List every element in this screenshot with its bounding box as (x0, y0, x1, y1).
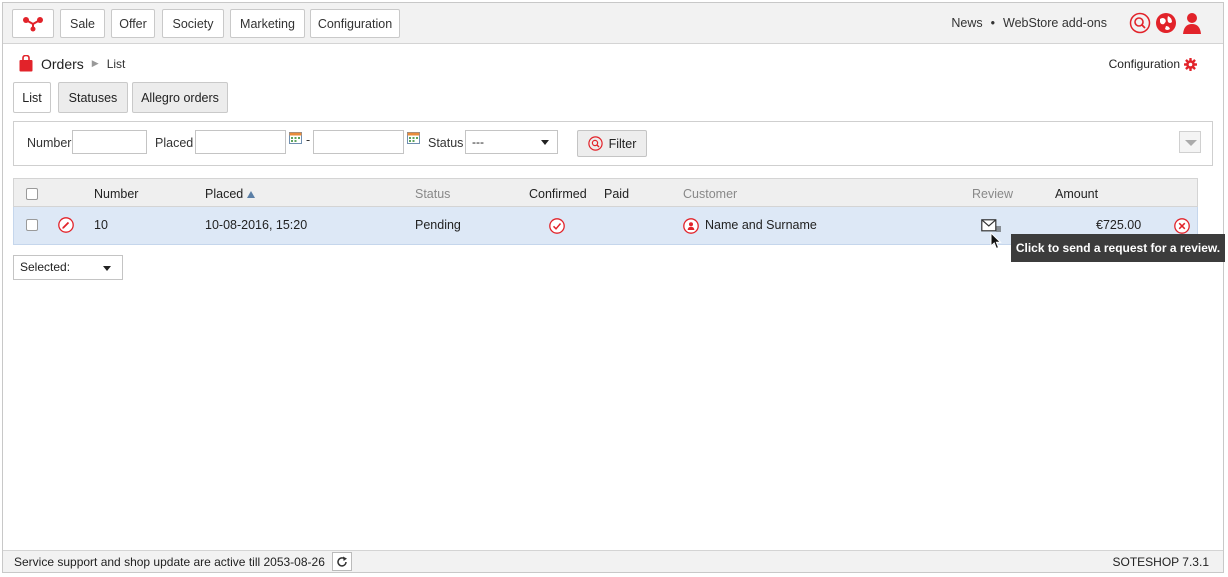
filter-status-value: --- (472, 135, 484, 149)
filter-placed-from-input[interactable] (195, 130, 286, 154)
user-icon[interactable] (1181, 12, 1203, 34)
filter-button-label: Filter (608, 136, 637, 151)
breadcrumb: Orders ▶ List (19, 55, 125, 72)
column-amount[interactable]: Amount (1055, 187, 1098, 201)
filter-status-select[interactable]: --- (465, 130, 558, 154)
filter-collapse-button[interactable] (1179, 131, 1201, 153)
configuration-link[interactable]: Configuration (1109, 57, 1197, 71)
cursor-icon (990, 232, 1002, 250)
breadcrumb-orders[interactable]: Orders (41, 56, 84, 72)
webstore-addons-link[interactable]: WebStore add-ons (1003, 16, 1107, 30)
order-placed: 10-08-2016, 15:20 (205, 218, 308, 232)
row-checkbox[interactable] (26, 219, 38, 231)
app-frame: Sale Offer Society Marketing Configurati… (2, 2, 1224, 573)
filter-date-dash: - (306, 133, 311, 147)
nav-sale[interactable]: Sale (60, 9, 105, 38)
calendar-icon[interactable] (289, 132, 302, 144)
column-paid[interactable]: Paid (604, 187, 629, 201)
order-customer[interactable]: Name and Surname (705, 218, 817, 232)
order-status: Pending (415, 218, 461, 232)
status-footer: Service support and shop update are acti… (3, 550, 1223, 572)
column-review: Review (972, 187, 1013, 201)
filter-placed-label: Placed (155, 136, 194, 150)
calendar-icon[interactable] (407, 132, 420, 144)
column-placed-label: Placed (205, 187, 244, 201)
edit-icon[interactable] (58, 217, 74, 233)
search-icon[interactable] (1129, 12, 1151, 34)
top-navigation: Sale Offer Society Marketing Configurati… (3, 3, 1223, 44)
search-icon (587, 136, 603, 151)
chevron-down-icon (541, 140, 549, 145)
sort-ascending-icon (247, 191, 256, 198)
home-logo-button[interactable] (12, 9, 54, 38)
nav-configuration[interactable]: Configuration (310, 9, 400, 38)
gear-icon (1184, 57, 1197, 71)
refresh-icon (337, 556, 347, 567)
filter-number-input[interactable] (72, 130, 147, 154)
breadcrumb-list: List (106, 56, 126, 71)
order-amount: €725.00 (1096, 218, 1142, 232)
logo-icon (23, 16, 43, 31)
delete-icon[interactable] (1174, 218, 1190, 234)
filter-placed-to-input[interactable] (313, 130, 404, 154)
top-links: News • WebStore add-ons (951, 16, 1107, 30)
globe-icon[interactable] (1155, 12, 1177, 34)
chevron-down-icon (103, 266, 111, 271)
nav-society[interactable]: Society (162, 9, 224, 38)
select-all-checkbox[interactable] (26, 188, 38, 200)
column-customer: Customer (683, 187, 738, 201)
customer-icon (683, 218, 699, 234)
refresh-button[interactable] (332, 552, 352, 571)
column-placed[interactable]: Placed (205, 187, 256, 201)
filter-panel: Number Placed - Status --- Filter (13, 121, 1213, 166)
filter-number-label: Number (27, 136, 72, 150)
column-status: Status (415, 187, 451, 201)
filter-button[interactable]: Filter (577, 130, 647, 157)
nav-marketing[interactable]: Marketing (230, 9, 305, 38)
breadcrumb-separator: ▶ (91, 58, 99, 68)
table-header: Number Placed Status Confirmed Paid Cust… (13, 178, 1198, 207)
bulk-action-label: Selected: (20, 260, 71, 274)
filter-status-label: Status (428, 136, 464, 150)
column-confirmed[interactable]: Confirmed (529, 187, 587, 201)
column-number[interactable]: Number (94, 187, 138, 201)
nav-offer[interactable]: Offer (111, 9, 155, 38)
orders-bag-icon (19, 55, 33, 72)
link-separator: • (990, 16, 995, 30)
confirmed-check-icon[interactable] (549, 218, 565, 234)
bulk-action-select[interactable]: Selected: (13, 255, 123, 280)
version-label: SOTESHOP 7.3.1 (1112, 555, 1210, 569)
tab-statuses[interactable]: Statuses (58, 82, 128, 113)
news-link[interactable]: News (951, 16, 982, 30)
configuration-link-label: Configuration (1108, 57, 1180, 71)
review-mail-icon[interactable] (981, 219, 1002, 233)
tab-list[interactable]: List (13, 82, 51, 113)
tab-allegro-orders[interactable]: Allegro orders (132, 82, 228, 113)
service-support-text: Service support and shop update are acti… (14, 555, 325, 569)
review-tooltip: Click to send a request for a review. (1011, 234, 1225, 262)
order-number[interactable]: 10 (94, 218, 108, 232)
top-icons (1129, 12, 1203, 34)
